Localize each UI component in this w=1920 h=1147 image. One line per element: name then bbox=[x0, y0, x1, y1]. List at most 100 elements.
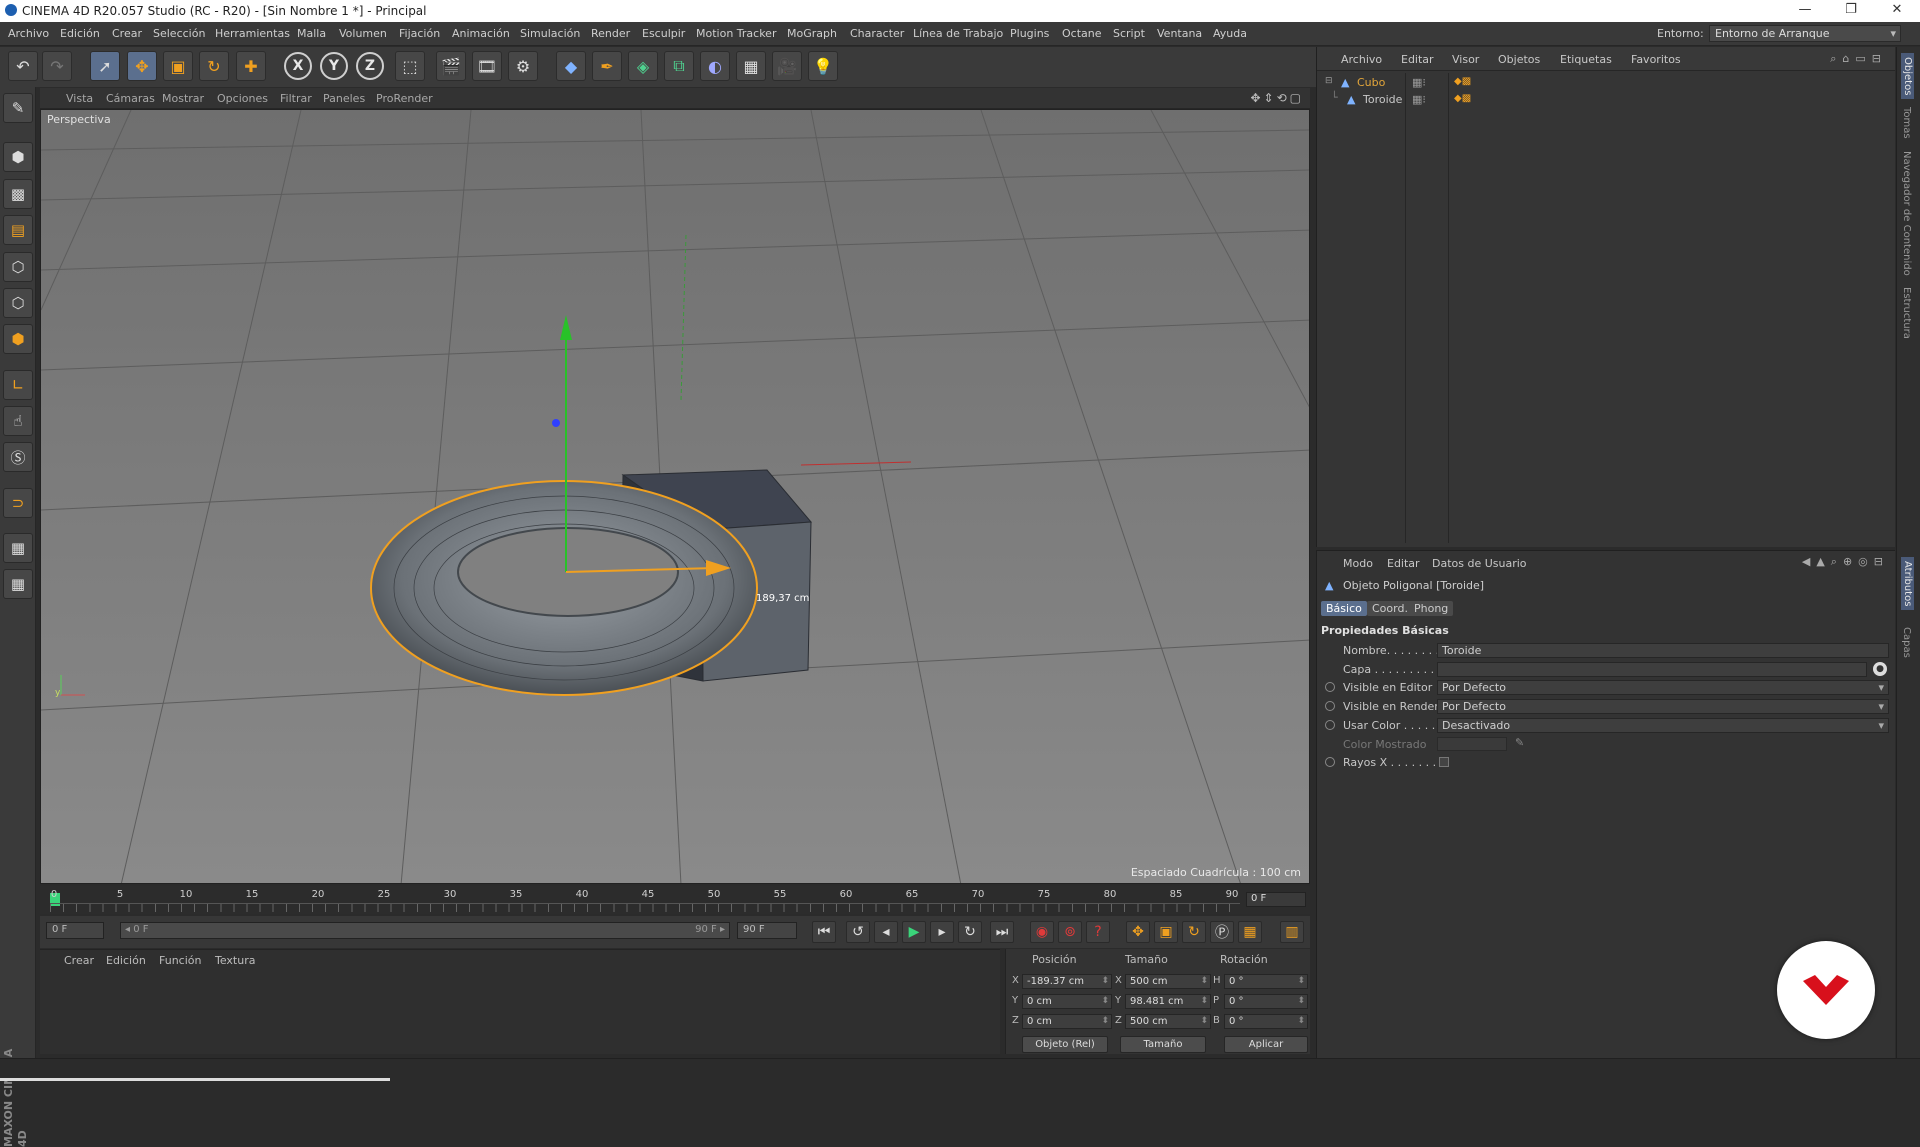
name-input[interactable]: Toroide bbox=[1437, 643, 1889, 658]
menu-malla[interactable]: Malla bbox=[297, 27, 326, 40]
obj-menu-objetos[interactable]: Objetos bbox=[1498, 53, 1540, 66]
side-tab-navegador[interactable]: Navegador de Contenido bbox=[1901, 151, 1912, 276]
menu-linea-de-trabajo[interactable]: Línea de Trabajo bbox=[913, 27, 1003, 40]
render-view-icon[interactable]: 🎬 bbox=[436, 51, 466, 81]
viewport-scene[interactable]: y bbox=[41, 110, 1310, 884]
camera-icon[interactable]: 🎥 bbox=[772, 51, 802, 81]
autokeying-icon[interactable]: ⊚ bbox=[1058, 921, 1082, 943]
phong-tag-icon[interactable]: ◆▩ bbox=[1454, 76, 1471, 87]
redo-icon[interactable]: ↷ bbox=[42, 51, 72, 81]
keyframe-selection-icon[interactable]: ? bbox=[1086, 921, 1110, 943]
visibility-dots-icon[interactable]: ▦⁝ bbox=[1412, 76, 1426, 89]
use-color-select[interactable]: Desactivado bbox=[1437, 718, 1889, 733]
viewport-navigation-icons[interactable]: ✥⇕⟲▢ bbox=[1250, 91, 1304, 105]
coord-mode-select[interactable]: Objeto (Rel) bbox=[1022, 1036, 1108, 1053]
visible-in-render-select[interactable]: Por Defecto bbox=[1437, 699, 1889, 714]
subdivision-surface-icon[interactable]: ◈ bbox=[628, 51, 658, 81]
material-menu-textura[interactable]: Textura bbox=[215, 954, 255, 967]
viewport-menu-paneles[interactable]: Paneles bbox=[323, 92, 365, 105]
attr-menu-editar[interactable]: Editar bbox=[1387, 557, 1420, 570]
menu-esculpir[interactable]: Esculpir bbox=[642, 27, 685, 40]
tab-phong[interactable]: Phong bbox=[1409, 601, 1454, 616]
side-tab-estructura[interactable]: Estructura bbox=[1901, 287, 1912, 339]
menu-edicion[interactable]: Edición bbox=[60, 27, 100, 40]
record-position-icon[interactable]: ✥ bbox=[1126, 921, 1150, 943]
record-active-objects-icon[interactable]: ◉ bbox=[1030, 921, 1054, 943]
environment-select[interactable]: Entorno de Arranque bbox=[1709, 25, 1901, 42]
animate-radio-icon[interactable] bbox=[1325, 757, 1335, 767]
phong-tag-icon[interactable]: ◆▩ bbox=[1454, 93, 1471, 104]
close-button[interactable]: ✕ bbox=[1882, 2, 1912, 20]
go-to-start-icon[interactable]: ⏮ bbox=[812, 921, 836, 943]
obj-menu-editar[interactable]: Editar bbox=[1401, 53, 1434, 66]
eyedropper-icon[interactable]: ✎ bbox=[1515, 736, 1524, 749]
position-x-field[interactable]: -189.37 cm bbox=[1022, 974, 1112, 989]
display-color-swatch[interactable] bbox=[1437, 737, 1507, 751]
menu-animacion[interactable]: Animación bbox=[452, 27, 510, 40]
material-menu-edicion[interactable]: Edición bbox=[106, 954, 146, 967]
undo-icon[interactable]: ↶ bbox=[8, 51, 38, 81]
menu-volumen[interactable]: Volumen bbox=[339, 27, 387, 40]
array-icon[interactable]: ⧉ bbox=[664, 51, 694, 81]
workplane-lock-icon[interactable]: ▦ bbox=[3, 533, 33, 563]
viewport-menu-prorender[interactable]: ProRender bbox=[376, 92, 433, 105]
rotate-icon[interactable]: ↻ bbox=[199, 51, 229, 81]
next-key-icon[interactable]: ↻ bbox=[958, 921, 982, 943]
perspective-viewport[interactable]: y Perspectiva 189,37 cm Espaciado Cuadrí… bbox=[40, 109, 1310, 884]
workplane-mode-icon[interactable]: ▤ bbox=[3, 215, 33, 245]
live-selection-icon[interactable]: ➚ bbox=[90, 51, 120, 81]
cube-icon[interactable]: ◆ bbox=[556, 51, 586, 81]
record-parameter-icon[interactable]: Ⓟ bbox=[1210, 921, 1234, 943]
menu-ayuda[interactable]: Ayuda bbox=[1213, 27, 1247, 40]
model-mode-icon[interactable]: ⬢ bbox=[3, 142, 33, 172]
menu-mograph[interactable]: MoGraph bbox=[787, 27, 837, 40]
deformer-icon[interactable]: ◐ bbox=[700, 51, 730, 81]
object-name[interactable]: Toroide bbox=[1363, 93, 1402, 106]
next-frame-icon[interactable]: ▸ bbox=[930, 921, 954, 943]
attr-menu-datos-de-usuario[interactable]: Datos de Usuario bbox=[1432, 557, 1527, 570]
attr-menu-modo[interactable]: Modo bbox=[1343, 557, 1373, 570]
timeline-window-icon[interactable]: ▥ bbox=[1280, 921, 1304, 943]
menu-motion-tracker[interactable]: Motion Tracker bbox=[696, 27, 776, 40]
coordinate-system-icon[interactable]: ⬚ bbox=[395, 51, 425, 81]
menu-character[interactable]: Character bbox=[850, 27, 904, 40]
obj-menu-archivo[interactable]: Archivo bbox=[1341, 53, 1382, 66]
previous-key-icon[interactable]: ↺ bbox=[846, 921, 870, 943]
menu-ventana[interactable]: Ventana bbox=[1157, 27, 1202, 40]
move-icon[interactable]: ✥ bbox=[127, 51, 157, 81]
menu-seleccion[interactable]: Selección bbox=[153, 27, 205, 40]
layer-field[interactable] bbox=[1437, 662, 1867, 677]
side-tab-atributos[interactable]: Atributos bbox=[1901, 557, 1914, 611]
apply-button[interactable]: Aplicar bbox=[1224, 1036, 1308, 1053]
edit-render-settings-icon[interactable]: ⚙ bbox=[508, 51, 538, 81]
side-tab-tomas[interactable]: Tomas bbox=[1901, 107, 1912, 139]
axis-mode-icon[interactable]: ∟ bbox=[3, 370, 33, 400]
timeline-ruler[interactable]: 0 5 10 15 20 25 30 35 40 45 50 55 60 65 … bbox=[40, 886, 1310, 914]
restore-button[interactable]: ❐ bbox=[1836, 2, 1866, 20]
z-axis-icon[interactable]: Z bbox=[356, 52, 384, 80]
record-scale-icon[interactable]: ▣ bbox=[1154, 921, 1178, 943]
scale-icon[interactable]: ▣ bbox=[163, 51, 193, 81]
position-y-field[interactable]: 0 cm bbox=[1022, 994, 1112, 1009]
previous-frame-icon[interactable]: ◂ bbox=[874, 921, 898, 943]
material-menu-funcion[interactable]: Función bbox=[159, 954, 201, 967]
menu-archivo[interactable]: Archivo bbox=[8, 27, 49, 40]
polygons-mode-icon[interactable]: ⬢ bbox=[3, 324, 33, 354]
snap-icon[interactable]: ⊃ bbox=[3, 488, 33, 518]
obj-menu-etiquetas[interactable]: Etiquetas bbox=[1560, 53, 1612, 66]
menu-script[interactable]: Script bbox=[1113, 27, 1145, 40]
menu-octane[interactable]: Octane bbox=[1062, 27, 1102, 40]
edges-mode-icon[interactable]: ⬡ bbox=[3, 288, 33, 318]
x-axis-icon[interactable]: X bbox=[284, 52, 312, 80]
side-tab-capas[interactable]: Capas bbox=[1901, 627, 1912, 658]
size-x-field[interactable]: 500 cm bbox=[1125, 974, 1211, 989]
animate-radio-icon[interactable] bbox=[1325, 701, 1335, 711]
visibility-dots-icon[interactable]: ▦⁝ bbox=[1412, 93, 1426, 106]
tab-coord[interactable]: Coord. bbox=[1367, 601, 1413, 616]
current-frame-field[interactable]: 0 F bbox=[1246, 892, 1306, 907]
animate-radio-icon[interactable] bbox=[1325, 682, 1335, 692]
viewport-menu-opciones[interactable]: Opciones bbox=[217, 92, 268, 105]
timeline-ruler-ticks[interactable] bbox=[50, 903, 1240, 912]
light-icon[interactable]: 💡 bbox=[808, 51, 838, 81]
make-editable-icon[interactable]: ✎ bbox=[3, 93, 33, 123]
